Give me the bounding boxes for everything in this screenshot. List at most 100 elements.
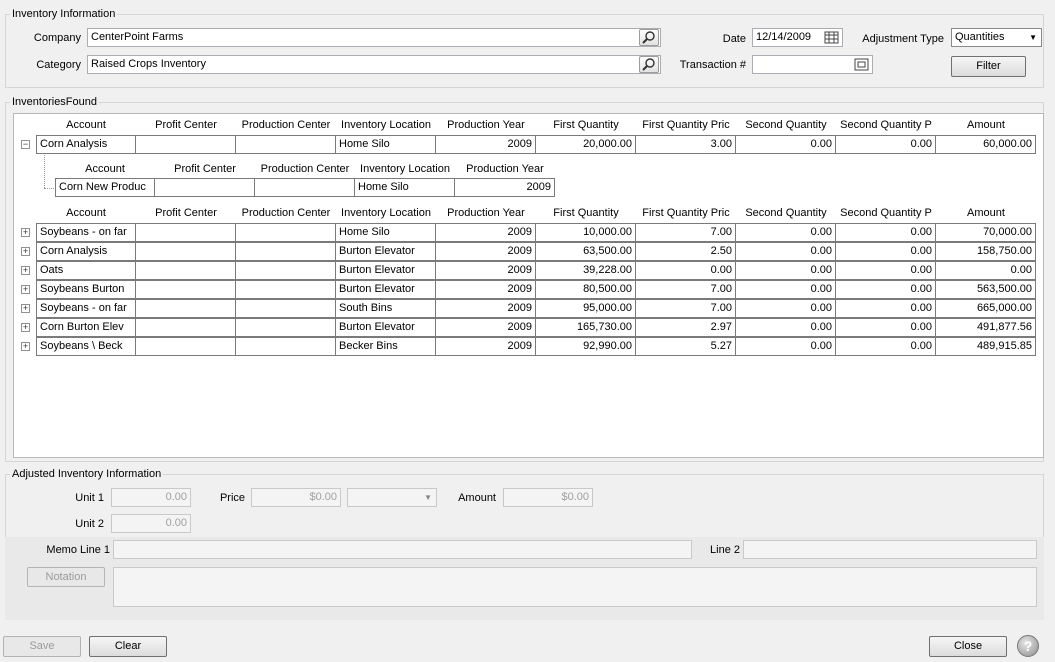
table-row[interactable]: Soybeans - on far South Bins 2009 95,000.00… xyxy=(36,299,1036,318)
cell-year: 2009 xyxy=(436,299,536,318)
line2-label: Line 2 xyxy=(710,544,740,556)
table-row[interactable]: Corn Analysis Burton Elevator 2009 63,500.0… xyxy=(36,242,1036,261)
child-col-production-year[interactable]: Production Year xyxy=(455,161,555,178)
memo-line1-field[interactable] xyxy=(113,540,692,559)
cell-location: Home Silo xyxy=(336,135,436,154)
table-row[interactable]: Soybeans \ Beck Becker Bins 2009 92,990.00 5… xyxy=(36,337,1036,356)
table-row[interactable]: Soybeans Burton Burton Elevator 2009 80,500… xyxy=(36,280,1036,299)
col-first-quantity-price[interactable]: First Quantity Pric xyxy=(636,205,736,222)
help-icon[interactable]: ? xyxy=(1017,635,1039,657)
cell-amount: 70,000.00 xyxy=(936,223,1036,242)
expand-row-icon[interactable]: + xyxy=(21,304,30,313)
col-first-quantity[interactable]: First Quantity xyxy=(536,117,636,134)
cell-amount: 665,000.00 xyxy=(936,299,1036,318)
cell-year: 2009 xyxy=(436,337,536,356)
child-col-production-center[interactable]: Production Center xyxy=(255,161,355,178)
filter-button[interactable]: Filter xyxy=(951,56,1026,77)
cell-production-center xyxy=(236,318,336,337)
col-second-quantity-price[interactable]: Second Quantity P xyxy=(836,205,936,222)
col-second-quantity-price[interactable]: Second Quantity P xyxy=(836,117,936,134)
expand-row-icon[interactable]: + xyxy=(21,342,30,351)
unit2-field[interactable]: 0.00 xyxy=(111,514,191,533)
notation-button[interactable]: Notation xyxy=(27,567,105,587)
expand-row-icon[interactable]: + xyxy=(21,228,30,237)
notation-field[interactable] xyxy=(113,567,1037,607)
date-picker-button[interactable] xyxy=(822,29,841,46)
collapse-row-icon[interactable]: − xyxy=(21,140,30,149)
col-account[interactable]: Account xyxy=(36,117,136,134)
col-first-quantity[interactable]: First Quantity xyxy=(536,205,636,222)
cell-location: South Bins xyxy=(336,299,436,318)
col-amount[interactable]: Amount xyxy=(936,117,1036,134)
col-first-quantity-price[interactable]: First Quantity Pric xyxy=(636,117,736,134)
list-icon xyxy=(854,58,869,71)
expand-row-icon[interactable]: + xyxy=(21,247,30,256)
company-lookup-button[interactable] xyxy=(639,29,659,46)
line2-field[interactable] xyxy=(743,540,1037,559)
company-field[interactable]: CenterPoint Farms xyxy=(87,28,661,47)
child-grid-header: Account Profit Center Production Center … xyxy=(55,161,555,178)
cell-production-center xyxy=(236,337,336,356)
cell-second-price: 0.00 xyxy=(836,261,936,280)
close-button[interactable]: Close xyxy=(929,636,1007,657)
col-production-center[interactable]: Production Center xyxy=(236,205,336,222)
cell-year: 2009 xyxy=(436,261,536,280)
cell-account: Soybeans - on far xyxy=(36,223,136,242)
unit2-label: Unit 2 xyxy=(75,518,104,530)
magnifier-icon xyxy=(642,58,655,71)
cell-year: 2009 xyxy=(436,280,536,299)
adjustment-type-select[interactable]: Quantities ▼ xyxy=(951,28,1042,47)
cell-location: Burton Elevator xyxy=(336,318,436,337)
table-row[interactable]: Oats Burton Elevator 2009 39,228.00 0.00 0.00… xyxy=(36,261,1036,280)
cell-profit-center xyxy=(136,223,236,242)
category-lookup-button[interactable] xyxy=(639,56,659,73)
col-profit-center[interactable]: Profit Center xyxy=(136,205,236,222)
cell-amount: 489,915.85 xyxy=(936,337,1036,356)
cell-profit-center xyxy=(136,280,236,299)
cell-location: Becker Bins xyxy=(336,337,436,356)
col-production-year[interactable]: Production Year xyxy=(436,117,536,134)
expand-row-icon[interactable]: + xyxy=(21,285,30,294)
grid-header-2: Account Profit Center Production Center … xyxy=(36,205,1036,222)
col-inventory-location[interactable]: Inventory Location xyxy=(336,205,436,222)
table-row[interactable]: Soybeans - on far Home Silo 2009 10,000.00 7… xyxy=(36,223,1036,242)
col-production-center[interactable]: Production Center xyxy=(236,117,336,134)
cell-second-quantity: 0.00 xyxy=(736,135,836,154)
cell-location: Burton Elevator xyxy=(336,280,436,299)
col-account[interactable]: Account xyxy=(36,205,136,222)
inventory-grid[interactable]: Account Profit Center Production Center … xyxy=(13,113,1044,458)
category-field[interactable]: Raised Crops Inventory xyxy=(87,55,661,74)
child-table-row[interactable]: Corn New Produc Home Silo 2009 xyxy=(55,178,555,197)
transaction-lookup-button[interactable] xyxy=(852,56,871,73)
transaction-label: Transaction # xyxy=(679,59,746,71)
cell-second-price: 0.00 xyxy=(836,299,936,318)
save-button[interactable]: Save xyxy=(3,636,81,657)
price-field[interactable]: $0.00 xyxy=(251,488,341,507)
cell-second-quantity: 0.00 xyxy=(736,223,836,242)
cell-first-price: 2.50 xyxy=(636,242,736,261)
expand-row-icon[interactable]: + xyxy=(21,323,30,332)
col-amount[interactable]: Amount xyxy=(936,205,1036,222)
table-row[interactable]: Corn Burton Elev Burton Elevator 2009 165,7… xyxy=(36,318,1036,337)
price-unit-select[interactable]: ▼ xyxy=(347,488,437,507)
child-col-profit-center[interactable]: Profit Center xyxy=(155,161,255,178)
clear-button[interactable]: Clear xyxy=(89,636,167,657)
cell-year: 2009 xyxy=(436,135,536,154)
cell-amount: 158,750.00 xyxy=(936,242,1036,261)
cell-production-center xyxy=(236,242,336,261)
expand-row-icon[interactable]: + xyxy=(21,266,30,275)
col-second-quantity[interactable]: Second Quantity xyxy=(736,205,836,222)
amount-field[interactable]: $0.00 xyxy=(503,488,593,507)
col-production-year[interactable]: Production Year xyxy=(436,205,536,222)
col-profit-center[interactable]: Profit Center xyxy=(136,117,236,134)
cell-first-price: 3.00 xyxy=(636,135,736,154)
cell-first-price: 7.00 xyxy=(636,280,736,299)
child-col-account[interactable]: Account xyxy=(55,161,155,178)
grid-header: Account Profit Center Production Center … xyxy=(36,117,1036,134)
inventories-found-legend: InventoriesFound xyxy=(12,96,97,108)
col-inventory-location[interactable]: Inventory Location xyxy=(336,117,436,134)
child-col-inventory-location[interactable]: Inventory Location xyxy=(355,161,455,178)
table-row-expanded[interactable]: Corn Analysis Home Silo 2009 20,000.00 3… xyxy=(36,135,1036,154)
unit1-field[interactable]: 0.00 xyxy=(111,488,191,507)
col-second-quantity[interactable]: Second Quantity xyxy=(736,117,836,134)
